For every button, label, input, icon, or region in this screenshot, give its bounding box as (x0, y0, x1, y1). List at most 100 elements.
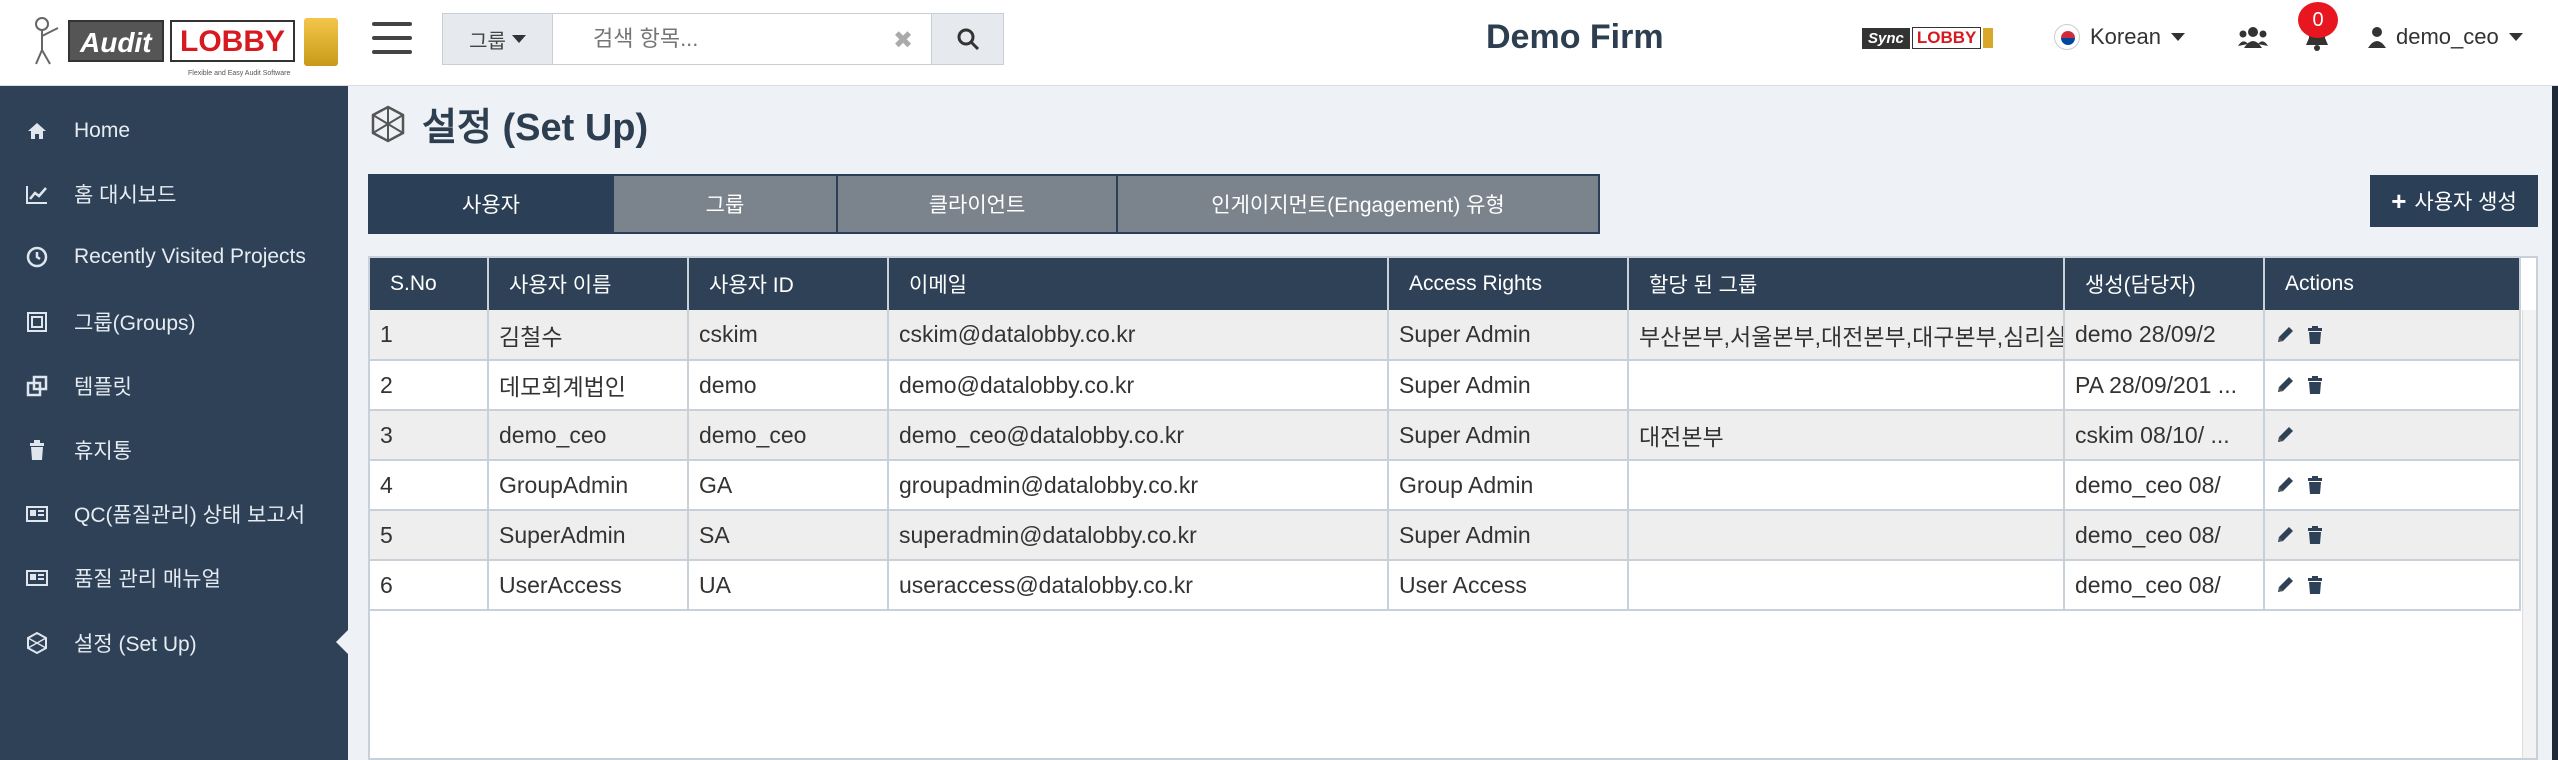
setup-icon (371, 105, 405, 142)
app-logo[interactable]: Audit LOBBY Flexible and Easy Audit Soft… (28, 12, 338, 77)
delete-icon[interactable] (2305, 475, 2325, 495)
sidebar-item-setup[interactable]: 설정 (Set Up) (0, 623, 348, 663)
table-scrollbar[interactable] (2522, 310, 2536, 758)
sidebar-item-recent-projects[interactable]: Recently Visited Projects (0, 237, 348, 277)
notification-badge[interactable]: 0 (2298, 2, 2338, 38)
cell-email: demo_ceo@datalobby.co.kr (888, 410, 1389, 461)
row-actions (2275, 525, 2518, 545)
column-header-name[interactable]: 사용자 이름 (488, 258, 689, 310)
cell-id: demo (688, 360, 889, 411)
edit-icon[interactable] (2275, 325, 2295, 345)
delete-icon[interactable] (2305, 325, 2325, 345)
menu-toggle-icon[interactable] (372, 22, 412, 54)
sidebar-item-home[interactable]: Home (0, 111, 348, 151)
cell-sno: 1 (370, 310, 489, 361)
chevron-down-icon (2170, 33, 2185, 41)
sidebar-item-label: 설정 (Set Up) (74, 633, 197, 656)
table-row[interactable]: 3 demo_ceo demo_ceo demo_ceo@datalobby.co.k… (370, 410, 2521, 461)
cell-rights: Super Admin (1388, 360, 1629, 411)
user-icon (2368, 27, 2386, 48)
cell-sno: 2 (370, 360, 489, 411)
sidebar-item-groups[interactable]: 그룹(Groups) (0, 302, 348, 342)
column-header-user-id[interactable]: 사용자 ID (688, 258, 889, 310)
sync-logo-left: Sync (1862, 27, 1910, 49)
tab-users[interactable]: 사용자 (370, 176, 614, 232)
cell-sno: 6 (370, 560, 489, 611)
row-actions (2275, 375, 2518, 395)
cell-name: demo_ceo (488, 410, 689, 461)
search-button[interactable] (931, 14, 1003, 64)
tab-groups[interactable]: 그룹 (614, 176, 838, 232)
delete-icon[interactable] (2305, 525, 2325, 545)
column-header-actions: Actions (2264, 258, 2521, 310)
cell-name: SuperAdmin (488, 510, 689, 561)
edit-icon[interactable] (2275, 425, 2295, 445)
cell-email: cskim@datalobby.co.kr (888, 310, 1389, 361)
edit-icon[interactable] (2275, 525, 2295, 545)
cell-name: UserAccess (488, 560, 689, 611)
edit-icon[interactable] (2275, 375, 2295, 395)
manual-icon (26, 570, 48, 586)
search-input[interactable] (553, 14, 931, 64)
active-indicator (336, 628, 350, 656)
column-header-assigned-groups[interactable]: 할당 된 그룹 (1628, 258, 2065, 310)
chevron-down-icon (511, 35, 526, 43)
cell-created: demo_ceo 08/ (2064, 510, 2265, 561)
cell-email: useraccess@datalobby.co.kr (888, 560, 1389, 611)
cell-rights: Super Admin (1388, 510, 1629, 561)
cell-actions (2264, 560, 2521, 611)
cell-sno: 5 (370, 510, 489, 561)
user-menu[interactable]: demo_ceo (2368, 24, 2523, 50)
chevron-down-icon (2508, 33, 2523, 41)
firm-name: Demo Firm (1486, 18, 1664, 56)
clear-icon[interactable]: ✖ (893, 26, 913, 55)
korea-flag-icon (2054, 24, 2080, 50)
cell-sno: 4 (370, 460, 489, 511)
create-user-button[interactable]: + 사용자 생성 (2370, 175, 2538, 227)
sidebar-item-templates[interactable]: 템플릿 (0, 366, 348, 406)
sidebar-item-trash[interactable]: 휴지통 (0, 430, 348, 470)
setup-icon (27, 631, 47, 655)
table-row[interactable]: 2 데모회계법인 demo demo@datalobby.co.kr Super Adm… (370, 360, 2521, 411)
clock-icon (26, 246, 48, 268)
cell-groups: 대전본부 (1628, 410, 2065, 461)
page-title-text: 설정 (Set Up) (422, 107, 649, 149)
synclobby-logo[interactable]: Sync LOBBY (1862, 24, 1994, 52)
row-actions (2275, 325, 2518, 345)
cell-rights: Super Admin (1388, 410, 1629, 461)
users-table-container: S.No 사용자 이름 사용자 ID 이메일 Access Rights 할당 … (368, 256, 2538, 760)
delete-icon[interactable] (2305, 575, 2325, 595)
cell-actions (2264, 510, 2521, 561)
edit-icon[interactable] (2275, 575, 2295, 595)
sidebar-item-dashboard[interactable]: 홈 대시보드 (0, 174, 348, 214)
sidebar-item-qc-manual[interactable]: 품질 관리 매뉴얼 (0, 558, 348, 598)
cell-actions (2264, 410, 2521, 461)
language-selector[interactable]: Korean (2054, 24, 2185, 50)
search-scope-dropdown[interactable]: 그룹 (443, 14, 553, 64)
delete-icon[interactable] (2305, 375, 2325, 395)
table-row[interactable]: 4 GroupAdmin GA groupadmin@datalobby.co.kr G… (370, 460, 2521, 511)
cell-id: UA (688, 560, 889, 611)
table-row[interactable]: 1 김철수 cskim cskim@datalobby.co.kr Super Admi… (370, 310, 2521, 361)
table-row[interactable]: 5 SuperAdmin SA superadmin@datalobby.co.kr S… (370, 510, 2521, 561)
cell-email: superadmin@datalobby.co.kr (888, 510, 1389, 561)
edit-icon[interactable] (2275, 475, 2295, 495)
sync-logo-right: LOBBY (1911, 27, 1982, 49)
cell-name: 김철수 (488, 310, 689, 361)
column-header-email[interactable]: 이메일 (888, 258, 1389, 310)
table-row[interactable]: 6 UserAccess UA useraccess@datalobby.co.kr U… (370, 560, 2521, 611)
sidebar-item-qc-report[interactable]: QC(품질관리) 상태 보고서 (0, 494, 348, 534)
trash-icon (30, 440, 44, 460)
column-header-access-rights[interactable]: Access Rights (1388, 258, 1629, 310)
cell-rights: Group Admin (1388, 460, 1629, 511)
cell-id: cskim (688, 310, 889, 361)
language-label: Korean (2090, 24, 2161, 49)
users-table: S.No 사용자 이름 사용자 ID 이메일 Access Rights 할당 … (370, 258, 2521, 611)
column-header-created-by[interactable]: 생성(담당자) (2064, 258, 2265, 310)
column-header-sno[interactable]: S.No (370, 258, 489, 310)
logo-tagline: Flexible and Easy Audit Software (188, 70, 291, 77)
sidebar-item-label: 휴지통 (74, 440, 132, 463)
tab-clients[interactable]: 클라이언트 (838, 176, 1118, 232)
users-icon[interactable] (2238, 24, 2268, 50)
tab-engagement-types[interactable]: 인게이지먼트(Engagement) 유형 (1118, 176, 1598, 232)
